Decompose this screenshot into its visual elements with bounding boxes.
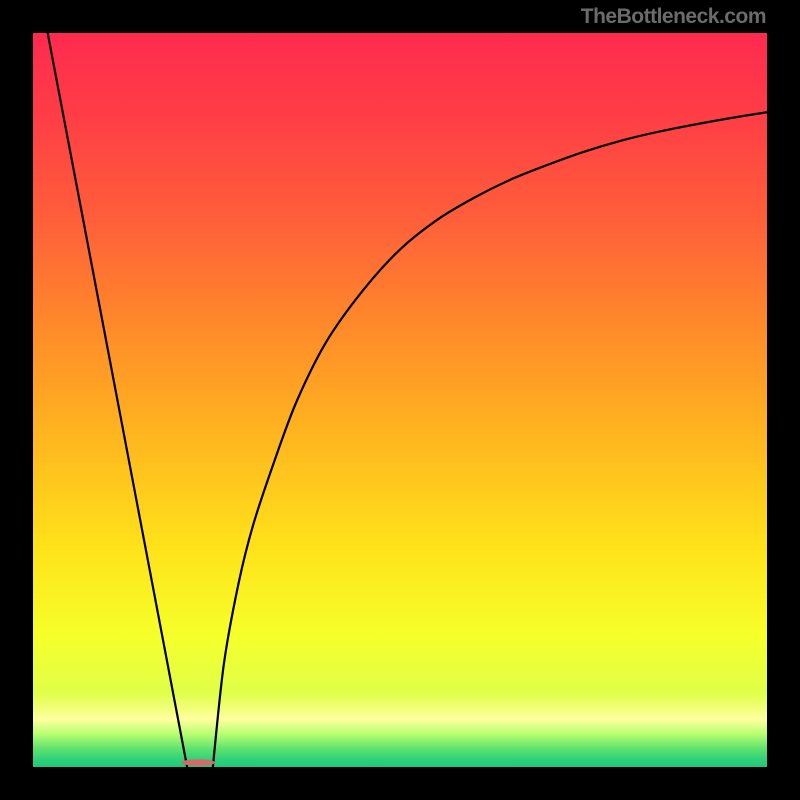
gradient-background: [33, 33, 767, 767]
chart-plot: [33, 33, 767, 767]
chart-root: TheBottleneck.com: [0, 0, 800, 800]
minimum-marker: [181, 759, 215, 766]
attribution-text: TheBottleneck.com: [581, 5, 766, 29]
